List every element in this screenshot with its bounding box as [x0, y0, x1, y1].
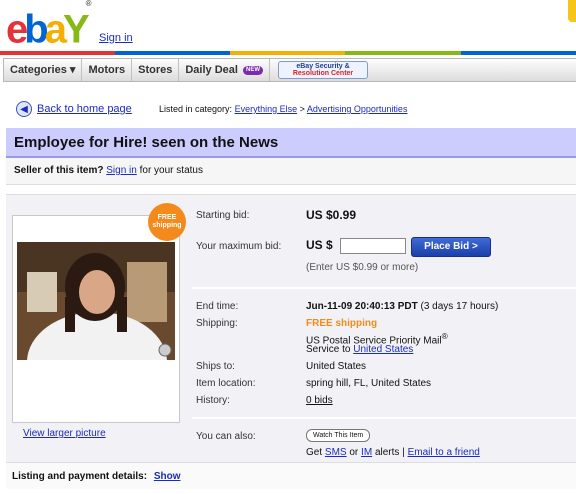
listing-show-link[interactable]: Show — [154, 471, 181, 482]
color-bar-yellow — [230, 51, 345, 55]
end-time-label: End time: — [196, 301, 239, 312]
free-shipping-badge: FREE shipping — [148, 203, 186, 241]
security-center-line1: eBay Security & — [296, 63, 350, 70]
ships-to-label: Ships to: — [196, 361, 235, 372]
divider-2 — [192, 417, 576, 419]
nav-categories[interactable]: Categories ▾ — [4, 59, 83, 81]
category-nav-bar: Categories ▾ Motors Stores Daily Deal NE… — [3, 58, 576, 82]
bid-history-link[interactable]: 0 bids — [306, 395, 333, 406]
logo-letter-a: a — [44, 7, 67, 52]
item-title: Employee for Hire! seen on the News — [14, 134, 279, 151]
security-center-line2: Resolution Center — [292, 70, 354, 77]
item-title-bar: Employee for Hire! seen on the News — [6, 128, 576, 158]
email-friend-link[interactable]: Email to a friend — [408, 447, 480, 458]
promo-tab[interactable] — [568, 0, 576, 22]
brand-color-bar — [0, 51, 576, 55]
back-to-home-link[interactable]: Back to home page — [37, 103, 132, 115]
color-bar-green — [345, 51, 461, 55]
header: ebaY® Sign in — [0, 0, 576, 55]
seller-status-row: Seller of this item? Sign in for your st… — [6, 158, 576, 185]
ships-to-value: United States — [306, 361, 367, 372]
listing-details-label: Listing and payment details: — [12, 471, 148, 482]
place-bid-button[interactable]: Place Bid > — [411, 237, 491, 257]
nav-stores[interactable]: Stores — [132, 59, 180, 81]
view-larger-picture-link[interactable]: View larger picture — [23, 428, 106, 439]
or-label: or — [349, 447, 359, 458]
color-bar-red — [0, 51, 115, 55]
im-link[interactable]: IM — [361, 447, 372, 458]
logo-letter-y: Y — [62, 7, 90, 52]
starting-bid-value: US $0.99 — [306, 208, 357, 222]
service-to-prefix: Service to — [306, 344, 351, 355]
ebay-logo[interactable]: ebaY® — [6, 0, 92, 52]
listing-details: Listing and payment details: Show — [12, 471, 180, 482]
get-label: Get — [306, 447, 323, 458]
you-can-also-label: You can also: — [196, 431, 256, 442]
seller-question: Seller of this item? — [14, 165, 104, 176]
end-time-remaining: (3 days 17 hours) — [420, 301, 499, 312]
end-time-value: Jun-11-09 20:40:13 PDT (3 days 17 hours) — [306, 301, 498, 312]
new-badge: NEW — [243, 65, 264, 75]
alerts-row: Get SMS or IM alerts | Email to a friend — [306, 447, 480, 458]
bid-hint: (Enter US $0.99 or more) — [306, 262, 419, 273]
logo-registered-mark: ® — [85, 0, 92, 8]
max-bid-label: Your maximum bid: — [196, 241, 282, 252]
max-bid-input[interactable] — [340, 238, 406, 254]
history-label: History: — [196, 395, 230, 406]
nav-motors[interactable]: Motors — [82, 59, 133, 81]
item-photo-box: View larger picture — [12, 215, 180, 439]
starting-bid-label: Starting bid: — [196, 210, 250, 221]
service-to: Service to United States — [306, 344, 413, 355]
item-location-value: spring hill, FL, United States — [306, 378, 432, 389]
shipping-registered-mark: ® — [441, 331, 448, 341]
shipping-label: Shipping: — [196, 318, 238, 329]
free-shipping-text: FREE shipping — [306, 318, 378, 329]
max-bid-currency: US $ — [306, 238, 333, 252]
header-signin-link[interactable]: Sign in — [99, 32, 133, 44]
sms-link[interactable]: SMS — [325, 447, 347, 458]
service-to-link[interactable]: United States — [353, 344, 413, 355]
seller-signin-link[interactable]: Sign in — [106, 165, 137, 176]
free-badge-line1: FREE — [157, 214, 177, 221]
item-main-panel: View larger picture FREE shipping Starti… — [6, 194, 576, 463]
seller-status-text: Seller of this item? Sign in for your st… — [14, 165, 203, 176]
free-badge-line2: shipping — [152, 222, 182, 229]
color-bar-blue-2 — [461, 51, 576, 55]
divider — [192, 287, 576, 289]
breadcrumb: Listed in category: Everything Else > Ad… — [159, 104, 407, 114]
nav-daily-deal-label: Daily Deal — [185, 64, 238, 76]
security-center-button[interactable]: eBay Security & Resolution Center — [278, 61, 369, 79]
alerts-label: alerts | — [374, 447, 405, 458]
nav-daily-deal[interactable]: Daily Deal NEW — [179, 59, 271, 81]
seller-suffix: for your status — [139, 165, 203, 176]
listed-in-label: Listed in category: — [159, 104, 233, 114]
end-time-date: Jun-11-09 20:40:13 PDT — [306, 301, 418, 312]
listing-details-row: Listing and payment details: Show — [6, 462, 576, 489]
back-arrow-icon[interactable]: ◀ — [16, 101, 32, 117]
category-link-everything-else[interactable]: Everything Else — [235, 104, 298, 114]
breadcrumb-separator: > — [299, 104, 305, 114]
back-to-home[interactable]: ◀ Back to home page — [16, 101, 132, 117]
watch-item-button[interactable]: Watch This Item — [306, 429, 371, 442]
logo-letter-e: e — [6, 7, 28, 52]
item-location-label: Item location: — [196, 378, 256, 389]
color-bar-blue — [115, 51, 230, 55]
item-photo[interactable] — [17, 242, 175, 360]
category-link-advertising[interactable]: Advertising Opportunities — [307, 104, 408, 114]
logo-letter-b: b — [24, 7, 49, 52]
